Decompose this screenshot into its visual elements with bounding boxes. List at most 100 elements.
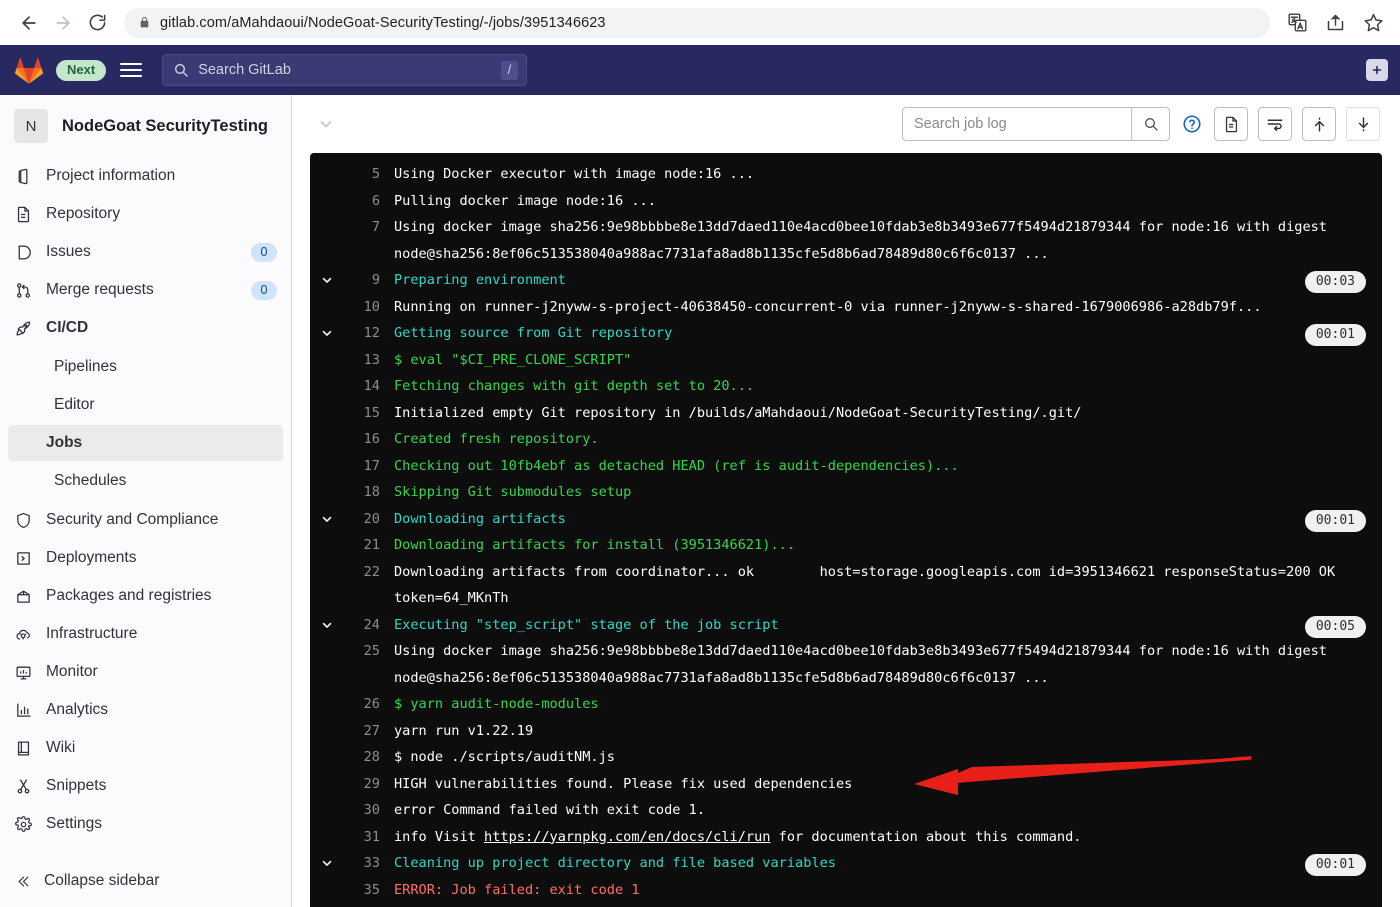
- share-icon[interactable]: [1322, 10, 1348, 36]
- log-line-number[interactable]: 12: [344, 320, 380, 347]
- log-line-number[interactable]: 17: [344, 453, 380, 480]
- job-log-line: 33 Cleaning up project directory and file…: [310, 850, 1382, 877]
- search-job-log-input[interactable]: Search job log: [902, 107, 1170, 141]
- job-log-line: 35 ERROR: Job failed: exit code 1: [310, 877, 1382, 904]
- log-line-number[interactable]: 16: [344, 426, 380, 453]
- sidebar-item-merge-requests[interactable]: Merge requests 0: [0, 271, 291, 309]
- log-line-number[interactable]: 7: [344, 214, 380, 241]
- sidebar-item-pipelines[interactable]: Pipelines: [8, 349, 283, 385]
- search-input[interactable]: Search GitLab /: [162, 54, 528, 86]
- sidebar-item-editor[interactable]: Editor: [8, 387, 283, 423]
- sidebar-item-label: Packages and registries: [46, 587, 212, 604]
- job-log-line: 24 Executing "step_script" stage of the j…: [310, 612, 1382, 639]
- log-line-number[interactable]: 26: [344, 691, 380, 718]
- log-line-number[interactable]: 28: [344, 744, 380, 771]
- soft-wrap-icon[interactable]: [1258, 107, 1292, 141]
- address-bar[interactable]: gitlab.com/aMahdaoui/NodeGoat-SecurityTe…: [124, 7, 1270, 38]
- log-line-number[interactable]: 6: [344, 188, 380, 215]
- log-line-number[interactable]: 22: [344, 559, 380, 586]
- package-icon: [14, 588, 32, 605]
- log-line-text: Downloading artifacts from coordinator..…: [394, 563, 1344, 607]
- scroll-to-top-icon[interactable]: [1302, 107, 1336, 141]
- log-line-text: ERROR: Job failed: exit code 1: [394, 881, 640, 898]
- project-header[interactable]: N NodeGoat SecurityTesting: [0, 95, 291, 155]
- search-icon[interactable]: [1131, 108, 1169, 140]
- hamburger-menu-icon[interactable]: [118, 57, 144, 83]
- log-line-number[interactable]: 31: [344, 824, 380, 851]
- gitlab-logo-icon[interactable]: [14, 55, 44, 85]
- log-line-number[interactable]: 24: [344, 612, 380, 639]
- next-badge[interactable]: Next: [56, 59, 107, 81]
- sidebar-item-project-information[interactable]: Project information: [0, 157, 291, 195]
- section-collapse-chevron-icon[interactable]: [310, 320, 344, 340]
- raw-file-icon[interactable]: [1214, 107, 1248, 141]
- section-collapse-chevron-icon[interactable]: [310, 506, 344, 526]
- log-line-number[interactable]: 35: [344, 877, 380, 904]
- gitlab-navbar: Next Search GitLab /: [0, 45, 1400, 95]
- log-line-number[interactable]: 33: [344, 850, 380, 877]
- job-log-line: 27 yarn run v1.22.19: [310, 718, 1382, 745]
- log-line-number[interactable]: 13: [344, 347, 380, 374]
- log-line-gutter: [310, 877, 344, 883]
- star-icon[interactable]: [1360, 10, 1386, 36]
- sidebar-item-snippets[interactable]: Snippets: [0, 767, 291, 805]
- job-log-line: 30 error Command failed with exit code 1.: [310, 797, 1382, 824]
- log-line-number[interactable]: 10: [344, 294, 380, 321]
- translate-icon[interactable]: [1284, 10, 1310, 36]
- log-line-number[interactable]: 5: [344, 161, 380, 188]
- section-collapse-chevron-icon[interactable]: [310, 612, 344, 632]
- collapse-sidebar-button[interactable]: Collapse sidebar: [0, 863, 291, 899]
- scroll-to-bottom-icon[interactable]: [1346, 107, 1380, 141]
- snippets-scissors-icon: [14, 778, 32, 795]
- log-line-number[interactable]: 30: [344, 797, 380, 824]
- chevron-down-icon[interactable]: [312, 110, 340, 138]
- sidebar-item-packages-and-registries[interactable]: Packages and registries: [0, 577, 291, 615]
- log-line-number[interactable]: 29: [344, 771, 380, 798]
- section-collapse-chevron-icon[interactable]: [310, 267, 344, 287]
- log-line-link[interactable]: https://yarnpkg.com/en/docs/cli/run: [484, 829, 770, 845]
- sidebar-item-issues[interactable]: Issues 0: [0, 233, 291, 271]
- sidebar-item-wiki[interactable]: Wiki: [0, 729, 291, 767]
- job-log-line: 16 Created fresh repository.: [310, 426, 1382, 453]
- sidebar-item-cicd[interactable]: CI/CD: [0, 309, 291, 347]
- log-line-number[interactable]: 21: [344, 532, 380, 559]
- log-line-number[interactable]: 27: [344, 718, 380, 745]
- sidebar-item-repository[interactable]: Repository: [0, 195, 291, 233]
- section-duration-badge: 00:01: [1304, 854, 1366, 876]
- log-line-number[interactable]: 18: [344, 479, 380, 506]
- log-line-number[interactable]: 15: [344, 400, 380, 427]
- log-line-number[interactable]: 25: [344, 638, 380, 665]
- repository-icon: [14, 206, 32, 223]
- forward-arrow-icon[interactable]: [48, 8, 78, 38]
- sidebar-item-settings[interactable]: Settings: [0, 805, 291, 843]
- sidebar-item-analytics[interactable]: Analytics: [0, 691, 291, 729]
- job-log-line: 22 Downloading artifacts from coordinator…: [310, 559, 1382, 612]
- sidebar-item-schedules[interactable]: Schedules: [8, 463, 283, 499]
- log-line-number[interactable]: 9: [344, 267, 380, 294]
- log-line-number[interactable]: 14: [344, 373, 380, 400]
- log-line-gutter: [310, 797, 344, 803]
- back-arrow-icon[interactable]: [14, 8, 44, 38]
- job-log-line: 12 Getting source from Git repository 00:0…: [310, 320, 1382, 347]
- sidebar-item-label: Project information: [46, 167, 176, 184]
- log-line-text: Using docker image sha256:9e98bbbbe8e13d…: [394, 643, 1336, 686]
- log-line-number[interactable]: 20: [344, 506, 380, 533]
- log-line-text: Downloading artifacts: [394, 510, 566, 527]
- sidebar-item-jobs[interactable]: Jobs: [8, 425, 283, 461]
- reload-icon[interactable]: [82, 8, 112, 38]
- sidebar-item-infrastructure[interactable]: Infrastructure: [0, 615, 291, 653]
- log-line-text: $ yarn audit-node-modules: [394, 696, 599, 712]
- sidebar-item-deployments[interactable]: Deployments: [0, 539, 291, 577]
- sidebar-item-security-and-compliance[interactable]: Security and Compliance: [0, 501, 291, 539]
- log-line-gutter: [310, 188, 344, 194]
- sidebar-item-label: Deployments: [46, 549, 137, 566]
- sidebar-item-monitor[interactable]: Monitor: [0, 653, 291, 691]
- url-text: gitlab.com/aMahdaoui/NodeGoat-SecurityTe…: [160, 14, 606, 31]
- sidebar-item-label: Snippets: [46, 777, 107, 794]
- job-log-panel[interactable]: 5 Using Docker executor with image node:1…: [310, 153, 1382, 907]
- create-new-button[interactable]: [1366, 59, 1388, 81]
- job-log-line: 17 Checking out 10fb4ebf as detached HEAD…: [310, 453, 1382, 480]
- question-circle-icon[interactable]: [1180, 112, 1204, 136]
- section-collapse-chevron-icon[interactable]: [310, 850, 344, 870]
- log-line-text: info Visit https://yarnpkg.com/en/docs/c…: [394, 828, 1082, 845]
